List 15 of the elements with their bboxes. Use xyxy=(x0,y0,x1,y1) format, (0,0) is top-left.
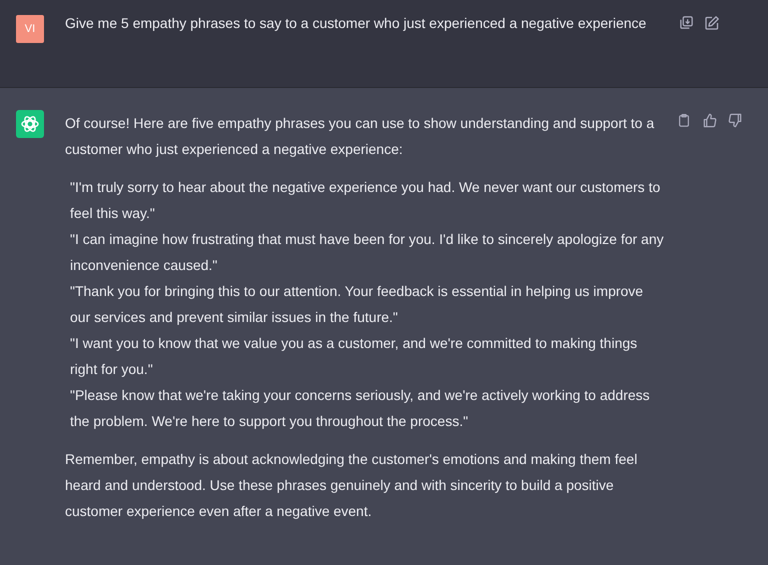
empathy-phrase: "I'm truly sorry to hear about the negative experience you had. We never want our customers to feel this way." xyxy=(70,178,662,223)
empathy-phrase: "I can imagine how frustrating that must have been for you. I'd like to sincerely apologize for any inconvenience caused." xyxy=(70,230,665,275)
empathy-phrase: "Please know that we're taking your concerns seriously, and we're actively working to address the problem. We're here to support you throughout the process." xyxy=(70,386,651,431)
thumbs-down-icon[interactable] xyxy=(728,113,743,128)
thumbs-up-icon[interactable] xyxy=(702,113,717,128)
clipboard-icon[interactable] xyxy=(677,113,691,128)
edit-icon[interactable] xyxy=(704,15,720,31)
copy-to-input-icon[interactable] xyxy=(679,15,694,30)
user-prompt-text: Give me 5 empathy phrases to say to a customer who just experienced a negative experience xyxy=(65,14,648,33)
closing-paragraph: Remember, empathy is about acknowledging the customer's emotions and making them feel heard and understood. Use these phrases genuinely and with sincerity to build a positive customer experience even after a negative event. xyxy=(65,450,638,521)
empathy-phrase: "Thank you for bringing this to our attention. Your feedback is essential in helping us improve our services and prevent similar issues in the future." xyxy=(70,282,644,327)
intro-paragraph: Of course! Here are five empathy phrases you can use to show understanding and support to a customer who just experienced a negative experience: xyxy=(65,114,656,159)
assistant-logo-icon xyxy=(16,110,44,138)
user-avatar: VI xyxy=(16,15,44,43)
empathy-phrase: "I want you to know that we value you as a customer, and we're committed to making things right for you." xyxy=(70,334,638,379)
